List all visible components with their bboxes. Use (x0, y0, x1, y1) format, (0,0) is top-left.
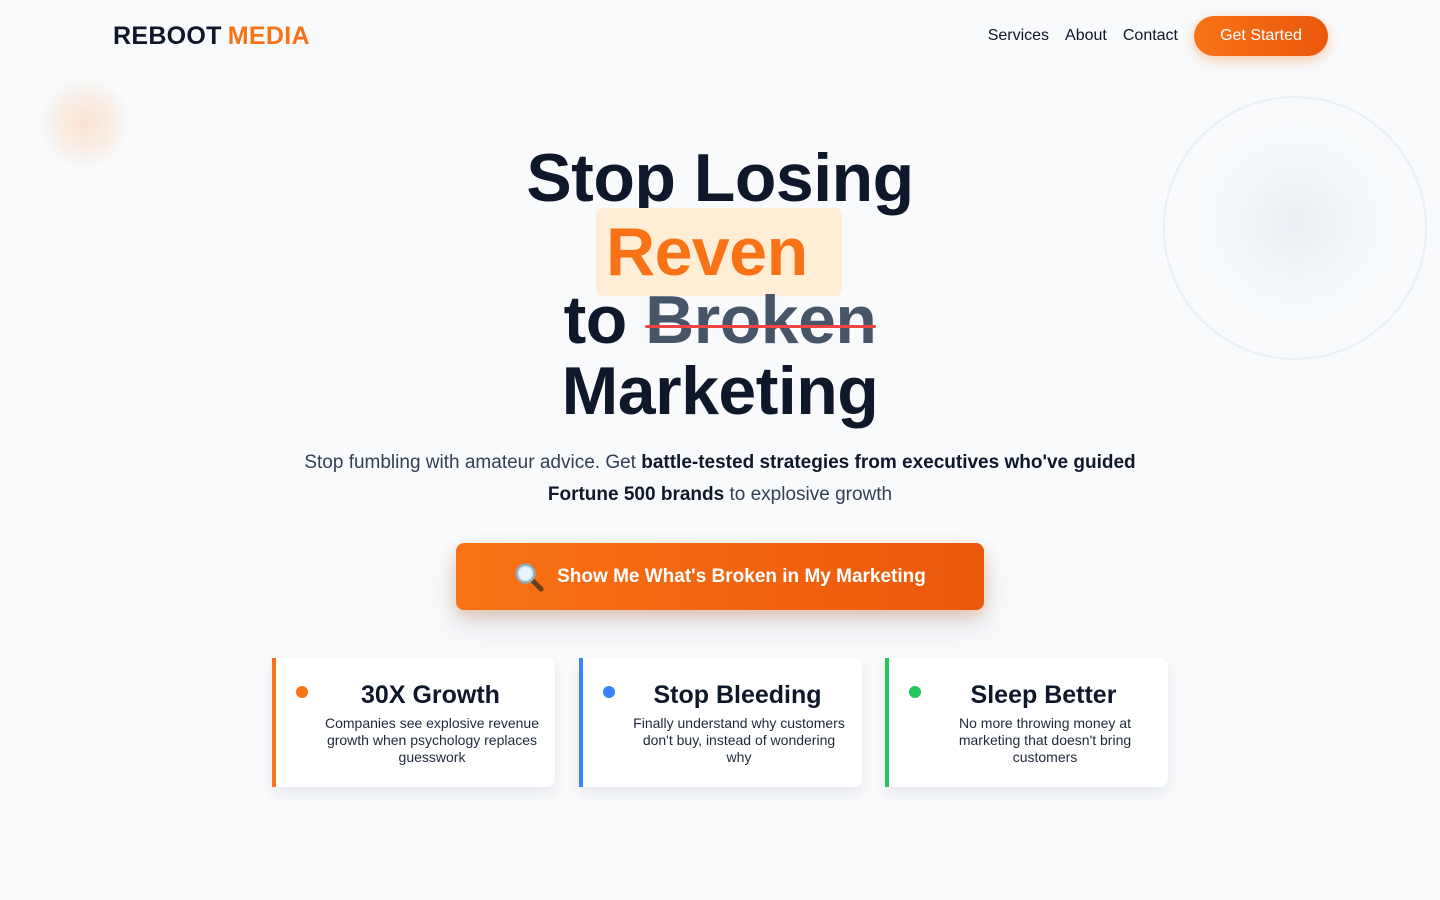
logo-word-media: MEDIA (227, 22, 310, 50)
feature-title: 30X Growth (361, 681, 500, 709)
struck-word: Broken (645, 282, 877, 358)
subtitle-part-1: Stop fumbling with amateur advice. Get (304, 452, 642, 473)
feature-cards: 30X Growth Companies see explosive reven… (272, 658, 1168, 788)
headline-line-4: Marketing (561, 353, 879, 429)
headline-line-1: Stop Losing (526, 140, 914, 216)
headline-line-3: to Broken (0, 285, 1440, 356)
feature-text: Finally understand why customers don't b… (633, 715, 845, 765)
nav-link-services[interactable]: Services (988, 16, 1049, 56)
hero-headline: Stop Losing Reven to Broken Marketing (0, 143, 1440, 427)
main-nav: Services About Contact Get Started (988, 16, 1328, 56)
feature-card-bleeding: Stop Bleeding Finally understand why cus… (579, 658, 862, 787)
show-broken-marketing-button[interactable]: Show Me What's Broken in My Marketing (456, 543, 984, 610)
magnifying-glass-icon (514, 562, 544, 592)
nav-link-about[interactable]: About (1065, 16, 1107, 56)
logo[interactable]: REBOOT MEDIA (113, 21, 310, 51)
feature-text: Companies see explosive revenue growth w… (324, 715, 539, 765)
feature-title: Stop Bleeding (653, 681, 822, 709)
landing-page: REBOOT MEDIA Services About Contact Get S… (0, 0, 1440, 900)
feature-text: No more throwing money at marketing that… (958, 715, 1132, 765)
hero-subtitle: Stop fumbling with amateur advice. Get b… (270, 447, 1170, 511)
nav-link-contact[interactable]: Contact (1123, 16, 1178, 56)
feature-title: Sleep Better (970, 681, 1117, 709)
feature-card-growth: 30X Growth Companies see explosive reven… (272, 658, 555, 787)
cta-label: Show Me What's Broken in My Marketing (557, 565, 926, 587)
subtitle-part-2: to explosive growth (724, 484, 893, 505)
logo-word-reboot: REBOOT (113, 22, 222, 50)
get-started-button[interactable]: Get Started (1194, 16, 1328, 56)
feature-card-sleep: Sleep Better No more throwing money at m… (885, 658, 1168, 787)
headline-line-2: Reven (0, 208, 1440, 296)
